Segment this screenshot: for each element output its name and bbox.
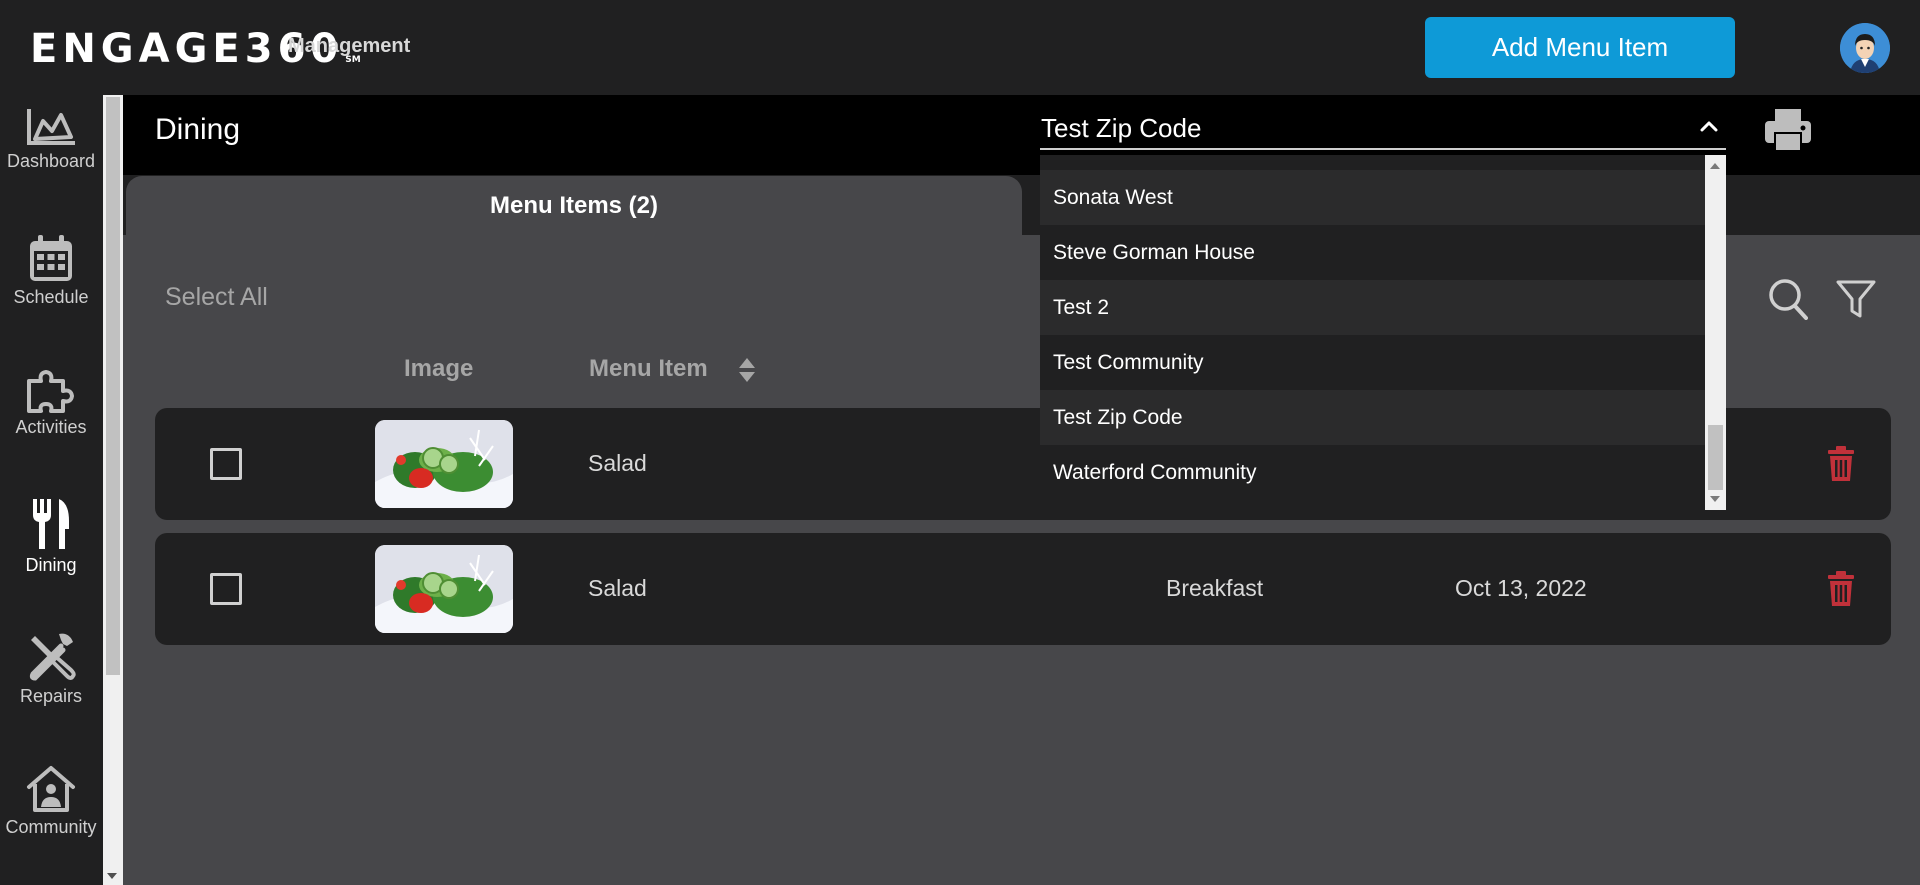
row-checkbox[interactable]	[210, 448, 242, 480]
row-checkbox[interactable]	[210, 573, 242, 605]
dropdown-scrollbar[interactable]	[1705, 155, 1726, 510]
column-header-image: Image	[404, 355, 474, 382]
calendar-icon	[30, 235, 72, 281]
trash-icon[interactable]	[1827, 571, 1855, 607]
scrollbar-thumb[interactable]	[106, 97, 120, 675]
scroll-up-arrow-icon[interactable]	[1710, 163, 1720, 169]
sidebar-item-label: Activities	[15, 417, 87, 437]
sidebar-item-label: Schedule	[13, 287, 89, 307]
tools-icon	[29, 633, 76, 681]
puzzle-icon	[27, 370, 74, 413]
chart-area-icon	[27, 109, 75, 145]
sidebar-item-label: Repairs	[19, 686, 83, 706]
brand-subtitle: Management	[288, 35, 411, 57]
sort-icon[interactable]	[738, 357, 756, 383]
dropdown-option[interactable]: Steve Gorman House	[1040, 225, 1705, 280]
fork-knife-icon	[33, 499, 69, 549]
app-root: ENGAGE360 SM Management Add Menu Item Das…	[0, 0, 1920, 885]
menu-item-name: Salad	[588, 450, 647, 476]
dropdown-option-selected[interactable]: Test Zip Code	[1040, 390, 1705, 445]
trash-icon[interactable]	[1827, 446, 1855, 482]
search-icon[interactable]	[1768, 278, 1808, 320]
table-row[interactable]: Salad Breakfast Oct 13, 2022	[155, 533, 1891, 645]
menu-item-meal: Breakfast	[1166, 575, 1264, 601]
community-dropdown-list: Sonata West Steve Gorman House Test 2 Te…	[1040, 155, 1726, 510]
salad-thumbnail	[375, 545, 513, 633]
dropdown-option[interactable]: Sonata West	[1040, 170, 1705, 225]
salad-thumbnail	[375, 420, 513, 508]
top-bar: ENGAGE360 SM Management Add Menu Item	[0, 0, 1920, 95]
user-avatar-icon[interactable]	[1840, 23, 1890, 73]
printer-icon[interactable]	[1763, 107, 1813, 153]
sidebar-item-community[interactable]: Community	[0, 765, 102, 838]
dropdown-option[interactable]: Waterford Community	[1040, 445, 1705, 500]
scrollbar-thumb[interactable]	[1708, 425, 1723, 490]
scroll-down-arrow-icon[interactable]	[107, 873, 117, 879]
menu-item-date: Oct 13, 2022	[1455, 575, 1587, 601]
dropdown-option[interactable]: Test Community	[1040, 335, 1705, 390]
community-select[interactable]: Test Zip Code	[1040, 105, 1726, 150]
add-menu-item-button[interactable]: Add Menu Item	[1425, 17, 1735, 78]
sidebar-item-repairs[interactable]: Repairs	[0, 630, 102, 707]
sidebar-item-label: Dashboard	[6, 151, 96, 171]
house-user-icon	[27, 766, 75, 812]
sidebar-item-dining[interactable]: Dining	[0, 497, 102, 576]
chevron-up-icon[interactable]	[1700, 119, 1718, 132]
filter-icon[interactable]	[1835, 278, 1877, 320]
sidebar-item-dashboard[interactable]: Dashboard	[0, 107, 102, 172]
sidebar-scrollbar[interactable]	[103, 95, 123, 885]
community-select-value: Test Zip Code	[1041, 113, 1202, 143]
tab-menu-items[interactable]: Menu Items (2)	[126, 176, 1022, 236]
sidebar-item-label: Community	[5, 817, 97, 837]
column-header-menu-item[interactable]: Menu Item	[589, 355, 708, 383]
dropdown-option[interactable]: Test 2	[1040, 280, 1705, 335]
scroll-down-arrow-icon[interactable]	[1710, 496, 1720, 502]
sidebar-item-label: Dining	[25, 555, 77, 575]
sidebar-item-activities[interactable]: Activities	[0, 367, 102, 438]
select-all-toggle[interactable]: Select All	[165, 283, 268, 312]
menu-item-name: Salad	[588, 575, 647, 601]
page-title: Dining	[155, 113, 241, 146]
sidebar: Dashboard Schedule Activities Dining Rep…	[0, 95, 103, 885]
sidebar-item-schedule[interactable]: Schedule	[0, 233, 102, 308]
